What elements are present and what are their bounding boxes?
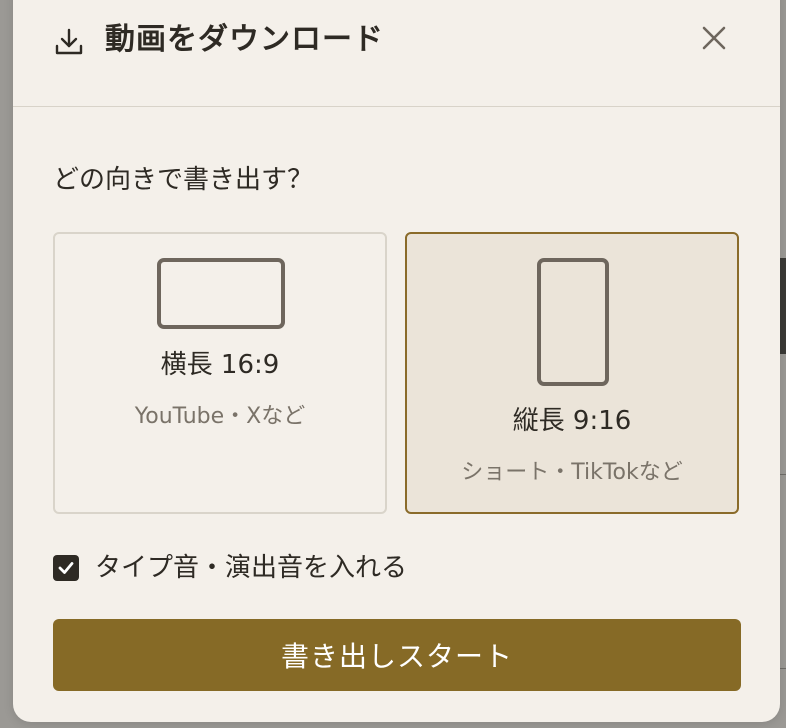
sound-effects-toggle[interactable]: タイプ音・演出音を入れる [53,550,407,586]
option-landscape-sub: YouTube・Xなど [134,404,306,429]
option-portrait-label: 縦長 9:16 [512,406,632,436]
dialog-title: 動画をダウンロード [105,22,384,57]
sound-effects-checkbox[interactable] [53,555,79,581]
background-panel-edge [780,258,786,354]
check-icon [58,562,74,574]
start-export-button[interactable]: 書き出しスタート [53,619,741,691]
portrait-frame-icon [537,258,609,386]
background-divider [780,474,786,475]
download-icon [53,26,85,58]
option-portrait-sub: ショート・TikTokなど [461,460,683,485]
orientation-question: どの向きで書き出す？ [53,165,314,195]
option-portrait[interactable]: 縦長 9:16 ショート・TikTokなど [405,232,739,514]
background-divider [780,668,786,669]
close-icon [702,26,726,50]
sound-effects-label: タイプ音・演出音を入れる [95,553,408,583]
close-button[interactable] [694,18,734,58]
landscape-frame-icon [157,258,285,329]
option-landscape-label: 横長 16:9 [160,350,280,380]
option-landscape[interactable]: 横長 16:9 YouTube・Xなど [53,232,387,514]
download-dialog: 動画をダウンロード どの向きで書き出す？ 横長 16:9 YouTube・Xなど… [13,0,780,722]
dialog-header: 動画をダウンロード [13,0,780,107]
